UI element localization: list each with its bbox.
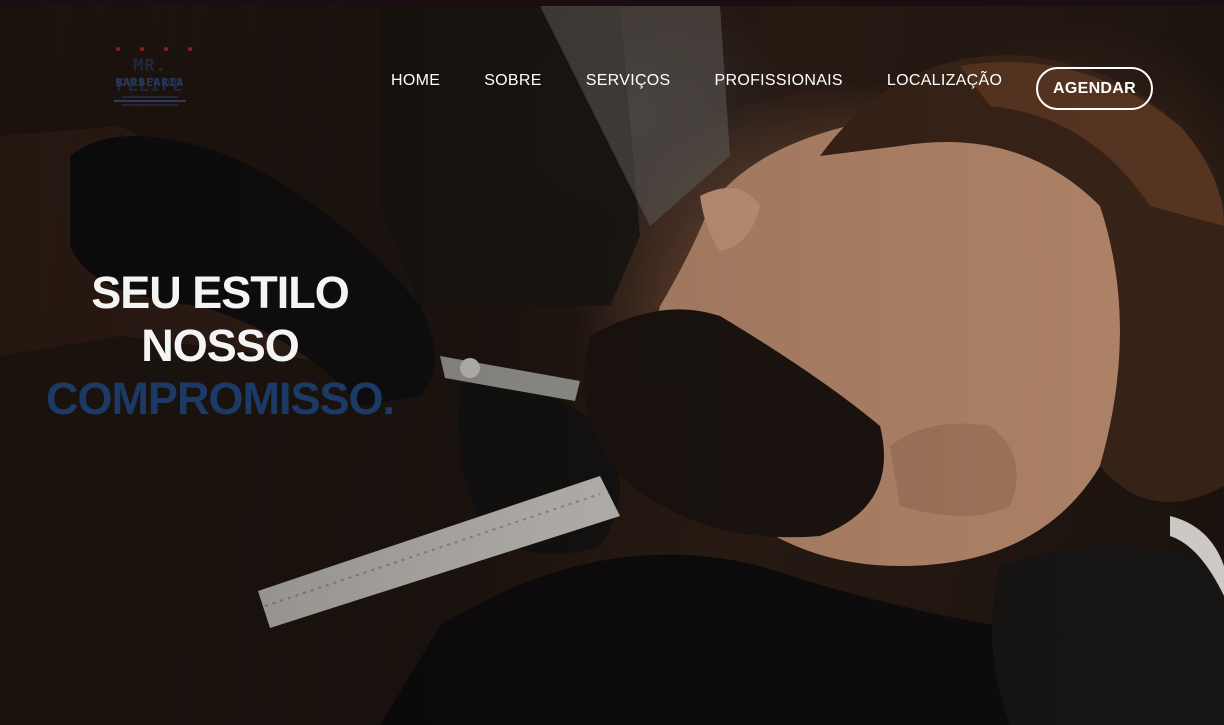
nav-item-home[interactable]: HOME: [391, 72, 440, 96]
headline-line-2: NOSSO: [141, 320, 300, 371]
nav-menu: HOME SOBRE SERVIÇOS PROFISSIONAIS LOCALI…: [391, 72, 1002, 96]
nav-item-sobre[interactable]: SOBRE: [484, 72, 542, 96]
navbar: MR. FELIPE BARBEARIA HOME SOBRE SERVIÇOS…: [0, 6, 1224, 136]
hero-headline: SEU ESTILO NOSSO COMPROMISSO.: [40, 266, 400, 425]
nav-item-servicos[interactable]: SERVIÇOS: [586, 72, 671, 96]
nav-item-profissionais[interactable]: PROFISSIONAIS: [715, 72, 843, 96]
logo-subtitle: BARBEARIA: [115, 76, 185, 89]
headline-line-1: SEU ESTILO: [91, 267, 350, 318]
agendar-button[interactable]: AGENDAR: [1036, 67, 1153, 110]
logo-ornament-icon: [114, 96, 186, 106]
brand-logo[interactable]: MR. FELIPE BARBEARIA: [94, 46, 206, 116]
nav-item-localizacao[interactable]: LOCALIZAÇÃO: [887, 72, 1002, 96]
headline-line-3: COMPROMISSO.: [45, 373, 395, 424]
logo-stars-icon: [116, 47, 192, 51]
